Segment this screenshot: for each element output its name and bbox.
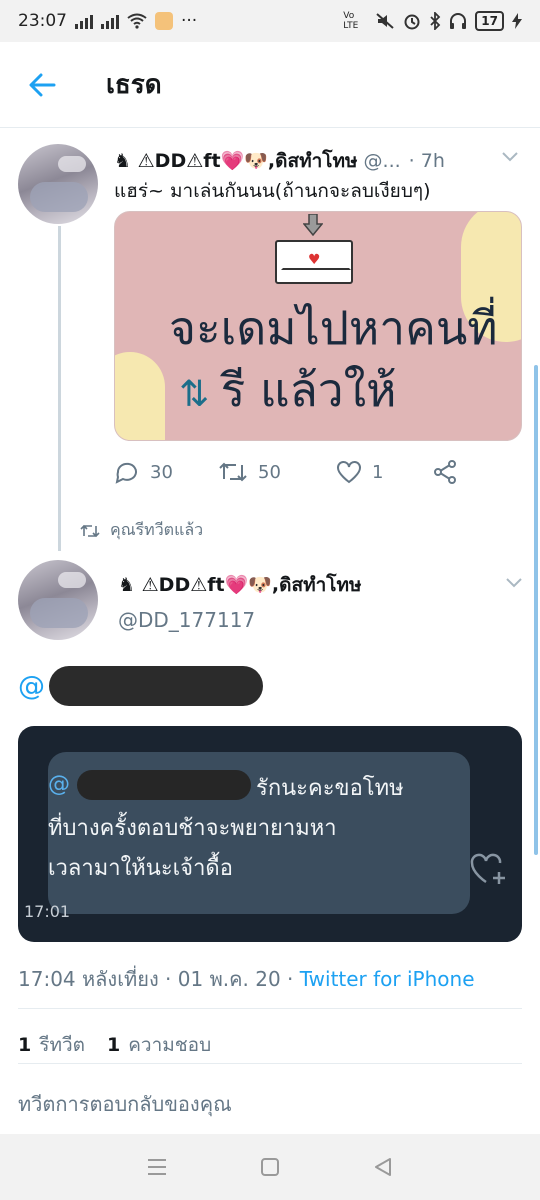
home-button[interactable] [250, 1147, 290, 1187]
display-name[interactable]: ♞ ⚠DD⚠ft💗🐶,ดิสทำโทษ [118, 570, 362, 600]
likes-stat[interactable]: 1 ความชอบ [107, 1030, 211, 1060]
likes-stat-label: ความชอบ [128, 1034, 212, 1056]
display-name[interactable]: ♞ ⚠DD⚠ft💗🐶,ดิสทำโทษ [114, 146, 358, 176]
username[interactable]: @... [364, 150, 401, 172]
reply-input[interactable]: ทวีตการตอบกลับของคุณ [18, 1084, 522, 1124]
username[interactable]: @DD_177117 [118, 608, 255, 632]
retweets-stat-label: รีทวีต [39, 1034, 85, 1056]
back-triangle-icon [375, 1158, 392, 1176]
retweeted-label: คุณรีทวีตแล้ว [110, 520, 204, 539]
retweets-stat[interactable]: 1 รีทวีต [18, 1030, 85, 1060]
reply-count: 30 [150, 461, 173, 483]
tweet-header: ♞ ⚠DD⚠ft💗🐶,ดิสทำโทษ [118, 570, 362, 600]
home-square-icon [260, 1158, 279, 1176]
back-button[interactable] [0, 42, 84, 128]
envelope-icon: ♥ [275, 240, 353, 284]
retweet-icon [219, 462, 247, 482]
retweet-button[interactable]: 50 [218, 460, 336, 484]
chat-line-2: ที่บางครั้งตอบช้าจะพยายามหา [48, 816, 337, 841]
notification-app-icon [155, 12, 173, 30]
headphones-icon [450, 13, 467, 29]
chat-line-1-text: รักนะคะขอโทษ [256, 776, 404, 801]
retweet-small-icon [80, 524, 100, 537]
avatar[interactable] [18, 560, 98, 640]
wifi-icon [127, 13, 147, 29]
mention-at: @ [18, 670, 45, 702]
status-bar: 23:07 ··· Vo LTE 17 [0, 0, 540, 42]
divider [18, 1008, 522, 1009]
reply-icon [115, 462, 137, 484]
chat-bubble: @ รักนะคะขอโทษ ที่บางครั้งตอบช้าจะพยายาม… [48, 752, 470, 914]
retweet-count: 50 [258, 461, 281, 483]
tweet-time: · 7h [408, 150, 445, 172]
system-nav-bar [0, 1134, 540, 1200]
back-arrow-icon [29, 73, 56, 96]
chevron-down-icon[interactable] [504, 572, 524, 592]
image-decoration [115, 352, 165, 440]
screenshot-attachment[interactable]: @ รักนะคะขอโทษ ที่บางครั้งตอบช้าจะพยายาม… [18, 726, 522, 942]
alarm-icon [404, 14, 420, 30]
retweets-stat-count: 1 [18, 1034, 32, 1056]
signal-icon-2 [101, 13, 119, 29]
image-text-2-content: รี แล้วให้ [220, 363, 397, 417]
image-text-2: ⇅ รี แล้วให้ [179, 354, 396, 427]
recent-apps-button[interactable] [137, 1147, 177, 1187]
likes-stat-count: 1 [106, 1034, 121, 1056]
avatar[interactable] [18, 144, 98, 224]
retweeted-indicator: คุณรีทวีตแล้ว [80, 518, 203, 543]
redacted-mention [77, 770, 251, 800]
volte-label: Vo LTE [343, 11, 359, 31]
app-header: เธรด [0, 42, 540, 128]
mention-link[interactable]: @ [18, 666, 263, 706]
page-title: เธรด [106, 70, 162, 100]
mute-icon [376, 13, 394, 29]
client-link[interactable]: Twitter for iPhone [300, 967, 475, 991]
tweet-text: แฮร่~ มาเล่นกันนน(ถ้านกจะลบเงียบๆ) [114, 180, 431, 202]
signal-icon [75, 13, 93, 29]
tweet-actions: 30 50 1 [114, 452, 534, 492]
tweet-image[interactable]: ♥ จะเดมไปหาคนที่ ⇅ รี แล้วให้ [114, 211, 522, 441]
battery-indicator: 17 [475, 11, 504, 31]
share-icon [434, 460, 456, 484]
tweet-meta: 17:04 หลังเที่ยง · 01 พ.ค. 20 · Twitter … [18, 963, 475, 995]
scrollbar[interactable] [534, 365, 538, 855]
more-notifications: ··· [181, 11, 198, 31]
heart-plus-icon [470, 853, 505, 884]
back-nav-button[interactable] [363, 1147, 403, 1187]
down-arrow-icon [303, 214, 323, 236]
tweet-timestamp: 17:04 หลังเที่ยง · 01 พ.ค. 20 · [18, 967, 300, 991]
like-button[interactable]: 1 [336, 460, 432, 484]
tweet-stats: 1 รีทวีต 1 ความชอบ [18, 1030, 211, 1060]
divider [18, 1063, 522, 1064]
like-count: 1 [372, 461, 384, 483]
chevron-down-icon[interactable] [500, 146, 520, 166]
chat-mention: @ [48, 772, 70, 797]
chat-line-1: @ [48, 770, 251, 800]
chat-line-3: เวลามาให้นะเจ้าดื้อ [48, 856, 233, 881]
status-time: 23:07 [18, 11, 67, 31]
redacted-username [49, 666, 263, 706]
reply-button[interactable]: 30 [114, 460, 218, 484]
bluetooth-icon [430, 12, 441, 30]
tweet-header: ♞ ⚠DD⚠ft💗🐶,ดิสทำโทษ @... · 7h [114, 146, 445, 176]
thread-connector-line [58, 226, 61, 551]
chat-timestamp: 17:01 [24, 902, 71, 921]
share-button[interactable] [432, 459, 458, 485]
heart-icon [337, 461, 361, 484]
menu-icon [147, 1159, 166, 1175]
charging-icon [512, 13, 522, 29]
retweet-glyph-icon: ⇅ [179, 374, 221, 415]
